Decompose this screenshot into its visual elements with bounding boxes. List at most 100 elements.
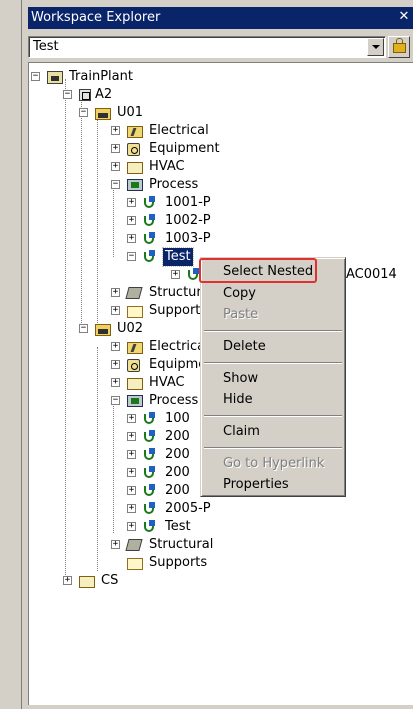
tree-node-label: 200 — [165, 465, 190, 480]
pipeline-icon — [143, 519, 159, 535]
menu-item-claim[interactable]: Claim — [204, 422, 342, 442]
collapse-icon[interactable]: − — [79, 324, 88, 333]
tree-node-label: Equipment — [149, 141, 220, 156]
process-icon — [127, 179, 143, 191]
tree-node-label: HVAC — [149, 159, 185, 174]
supports-icon — [127, 558, 143, 570]
menu-item-show[interactable]: Show — [204, 369, 342, 389]
tree-node-label: Supports — [149, 555, 208, 570]
menu-item-delete[interactable]: Delete — [204, 337, 342, 357]
equipment-icon — [127, 359, 140, 372]
expand-icon[interactable]: + — [127, 450, 136, 459]
collapse-icon[interactable]: − — [63, 90, 72, 99]
structural-icon — [125, 539, 143, 551]
structural-icon — [125, 287, 143, 299]
unit-icon — [95, 324, 111, 336]
expand-icon[interactable]: + — [127, 522, 136, 531]
menu-separator — [204, 447, 342, 449]
expand-icon[interactable]: + — [111, 378, 120, 387]
pipeline-icon — [143, 483, 159, 499]
collapse-icon[interactable]: − — [127, 252, 136, 261]
tree-node-label: 200 — [165, 483, 190, 498]
collapse-icon[interactable]: − — [111, 180, 120, 189]
tree-node-label: CS — [101, 573, 119, 588]
menu-item-go-to-hyperlink: Go to Hyperlink — [223, 456, 325, 471]
expand-icon[interactable]: + — [127, 414, 136, 423]
expand-icon[interactable]: + — [111, 126, 120, 135]
tree-node-label: Process — [149, 393, 199, 408]
tree-node-label: Process — [149, 177, 199, 192]
expand-icon[interactable]: + — [111, 540, 120, 549]
expand-icon[interactable]: + — [111, 342, 120, 351]
expand-icon[interactable]: + — [127, 234, 136, 243]
hvac-icon — [127, 162, 143, 174]
tree-node-label: HVAC — [149, 375, 185, 390]
expand-icon[interactable]: + — [127, 198, 136, 207]
expand-icon[interactable]: + — [63, 576, 72, 585]
expand-icon[interactable]: + — [111, 162, 120, 171]
tree-node-label: 1003-P — [165, 231, 211, 246]
tree-line — [65, 79, 66, 579]
pipeline-icon — [143, 465, 159, 481]
collapse-icon[interactable]: − — [111, 396, 120, 405]
pipeline-icon — [143, 213, 159, 229]
collapse-icon[interactable]: − — [79, 108, 88, 117]
menu-item-copy[interactable]: Copy — [204, 284, 342, 304]
tree-node-label: Test — [162, 247, 194, 267]
horizontal-scrollbar[interactable] — [28, 705, 413, 709]
tree-node-label: 100 — [165, 411, 190, 426]
tree-node-label: 200 — [165, 447, 190, 462]
expand-icon[interactable]: + — [111, 360, 120, 369]
tree-node-label: Structural — [149, 537, 214, 552]
tree-line — [97, 347, 98, 571]
equipment-icon — [127, 143, 140, 156]
tree-node-label: U01 — [117, 105, 144, 120]
expand-icon[interactable]: + — [127, 468, 136, 477]
unit-icon — [95, 108, 111, 120]
expand-icon[interactable]: + — [127, 216, 136, 225]
plant-icon — [47, 71, 63, 84]
collapse-icon[interactable]: − — [31, 72, 40, 81]
pipeline-icon — [143, 195, 159, 211]
expand-icon[interactable]: + — [127, 432, 136, 441]
dropdown-arrow-icon[interactable] — [367, 38, 384, 56]
pipeline-icon — [143, 249, 159, 265]
menu-separator — [204, 362, 342, 364]
expand-icon[interactable]: + — [171, 270, 180, 279]
tree-node-label: 2005-P — [165, 501, 211, 516]
tree-node-label: A2 — [95, 87, 113, 102]
tree-line — [81, 97, 82, 327]
tree-node-label: 1002-P — [165, 213, 211, 228]
tree-node-label: AC0014 — [346, 267, 397, 282]
menu-item-hide[interactable]: Hide — [204, 390, 342, 410]
expand-icon[interactable]: + — [127, 486, 136, 495]
filter-combobox[interactable]: Test — [28, 36, 386, 58]
lock-button[interactable] — [388, 36, 410, 58]
expand-icon[interactable]: + — [111, 306, 120, 315]
pipeline-icon — [143, 411, 159, 427]
tree-line — [113, 403, 114, 533]
annotation-highlight-box — [199, 258, 317, 283]
context-menu: Select Nested Copy Paste Delete Show Hid… — [200, 257, 346, 497]
area-icon — [79, 89, 91, 101]
tree-line — [113, 187, 114, 257]
tree-node-label: Electrical — [149, 123, 209, 138]
panel-titlebar: Workspace Explorer ✕ — [28, 7, 413, 29]
lock-icon — [393, 38, 406, 53]
electrical-icon — [127, 126, 143, 138]
tree-node-label: 1001-P — [165, 195, 211, 210]
process-icon — [127, 395, 143, 407]
supports-icon — [127, 306, 143, 318]
pipeline-icon — [143, 447, 159, 463]
pipeline-icon — [143, 231, 159, 247]
menu-item-paste: Paste — [223, 307, 259, 322]
menu-item-properties[interactable]: Properties — [204, 475, 342, 495]
close-icon[interactable]: ✕ — [398, 10, 410, 23]
expand-icon[interactable]: + — [111, 144, 120, 153]
electrical-icon — [127, 342, 143, 354]
tree-node-label: TrainPlant — [69, 69, 133, 84]
expand-icon[interactable]: + — [127, 504, 136, 513]
menu-separator — [204, 330, 342, 332]
filter-value: Test — [33, 39, 59, 54]
expand-icon[interactable]: + — [111, 288, 120, 297]
